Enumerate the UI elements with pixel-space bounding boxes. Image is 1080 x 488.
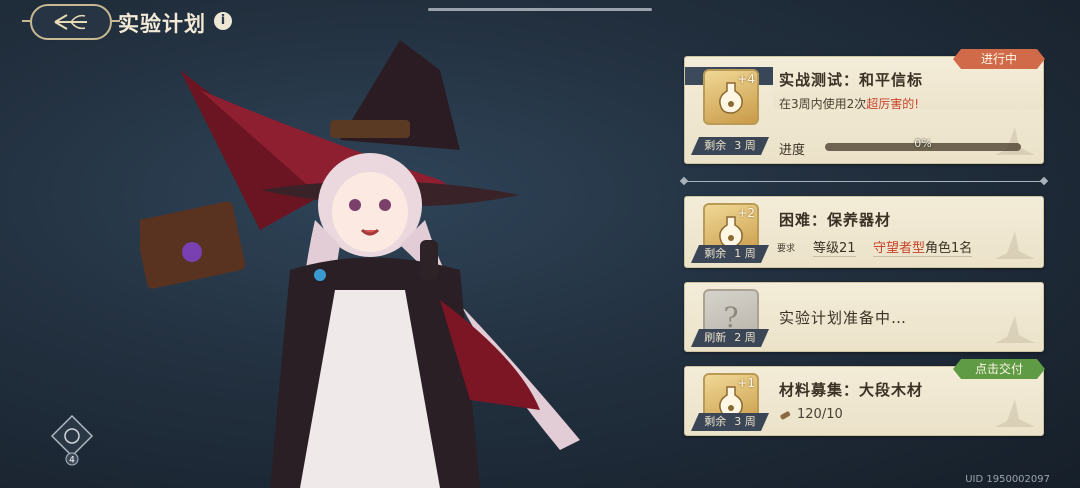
uid-label: UID 1950002097 bbox=[965, 474, 1050, 485]
bonus-label: +1 bbox=[737, 376, 755, 390]
quest-name: 实验计划准备中… bbox=[779, 309, 908, 327]
remain-label: 剩余 bbox=[704, 415, 727, 428]
refresh-badge: 刷新 2 周 bbox=[691, 329, 769, 347]
role-type: 守望者型 bbox=[873, 241, 926, 256]
remain-value: 3 周 bbox=[734, 415, 756, 428]
wood-material-icon bbox=[780, 411, 791, 420]
level-value: 4 bbox=[69, 456, 75, 466]
quest-description: 在3周内使用2次超厉害的! bbox=[779, 95, 919, 112]
remain-value: 3 周 bbox=[734, 139, 756, 152]
remain-badge: 剩余 3 周 bbox=[691, 137, 769, 155]
description-text: 在3周内使用2次 bbox=[779, 97, 867, 111]
quest-name: 困难：保养器材 bbox=[779, 211, 892, 229]
status-badge: 进行中 bbox=[953, 49, 1045, 69]
quest-card[interactable]: 点击交付 +1 剩余 3 周 材料募集：大段木材 120/10 bbox=[684, 366, 1044, 436]
refresh-value: 2 周 bbox=[734, 331, 756, 344]
remain-label: 剩余 bbox=[704, 139, 727, 152]
requirement-role: 守望者型角色1名 bbox=[873, 237, 973, 257]
progress-label: 进度 bbox=[779, 143, 806, 158]
hat-watermark-icon bbox=[995, 399, 1035, 427]
refresh-label: 刷新 bbox=[704, 331, 727, 344]
requirement-level: 等级21 bbox=[813, 237, 856, 257]
progress-text: 0% bbox=[914, 137, 932, 150]
remain-label: 剩余 bbox=[704, 247, 727, 260]
hat-watermark-icon bbox=[995, 127, 1035, 155]
quest-name: 材料募集：大段木材 bbox=[779, 381, 924, 399]
remain-badge: 剩余 1 周 bbox=[691, 245, 769, 263]
wing-back-icon bbox=[54, 14, 87, 30]
material-count: 120/10 bbox=[797, 407, 843, 422]
level-badge[interactable]: 4 bbox=[50, 414, 94, 466]
potion-icon: +4 bbox=[703, 69, 759, 125]
quest-card-pending[interactable]: ? 刷新 2 周 实验计划准备中… bbox=[684, 282, 1044, 352]
bonus-label: +2 bbox=[737, 206, 755, 220]
remain-badge: 剩余 3 周 bbox=[691, 413, 769, 431]
quest-card[interactable]: +2 剩余 1 周 困难：保养器材 要求 等级21 守望者型角色1名 bbox=[684, 196, 1044, 268]
quest-name: 实战测试：和平信标 bbox=[779, 71, 924, 89]
quest-card[interactable]: 进行中 +4 剩余 3 周 实战测试：和平信标 在3周内使用2次超厉害的! 进度 … bbox=[684, 56, 1044, 164]
hat-watermark-icon bbox=[995, 231, 1035, 259]
description-highlight: 超厉害的! bbox=[866, 97, 920, 111]
info-icon[interactable]: i bbox=[214, 12, 232, 30]
character-illustration bbox=[140, 40, 580, 488]
requirement-label: 要求 bbox=[777, 244, 796, 254]
bonus-label: +4 bbox=[737, 72, 755, 86]
role-count: 角色1名 bbox=[925, 241, 973, 256]
back-button[interactable] bbox=[22, 4, 120, 40]
deliver-button[interactable]: 点击交付 bbox=[953, 359, 1045, 379]
remain-value: 1 周 bbox=[734, 247, 756, 260]
top-drag-handle[interactable] bbox=[428, 8, 652, 11]
divider bbox=[684, 181, 1044, 182]
hat-watermark-icon bbox=[995, 315, 1035, 343]
